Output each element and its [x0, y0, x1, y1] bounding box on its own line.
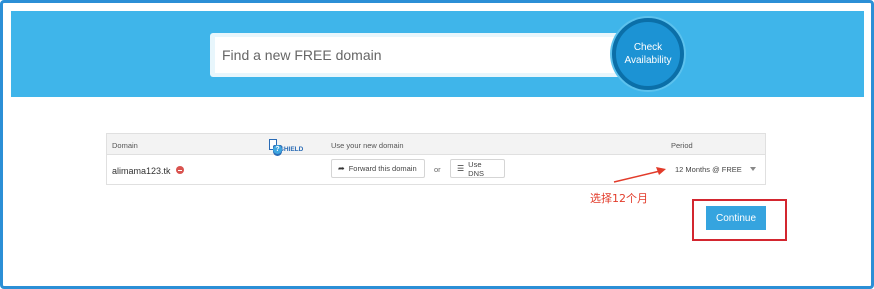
help-icon[interactable]: ?: [273, 145, 282, 154]
annotation-arrow-line: [613, 170, 661, 183]
use-dns-button[interactable]: ☰ Use DNS: [450, 159, 505, 178]
or-separator: or: [434, 165, 441, 174]
list-icon: ☰: [457, 164, 465, 173]
domain-name: alimama123.tk: [112, 166, 171, 176]
check-availability-button[interactable]: Check Availability: [612, 18, 684, 90]
check-availability-label-line1: Check: [633, 42, 663, 53]
forward-domain-button[interactable]: ➦ Forward this domain: [331, 159, 425, 178]
header-period: Period: [671, 141, 693, 150]
annotation-arrow-head: [656, 167, 666, 175]
header-domain: Domain: [112, 141, 138, 150]
continue-button[interactable]: Continue: [706, 206, 766, 230]
table-header: Domain IDSHIELD ? Use your new domain Pe…: [107, 134, 765, 156]
idshield-badge-group: IDSHIELD ?: [269, 138, 303, 156]
remove-circle-icon[interactable]: [176, 166, 184, 174]
chevron-down-icon: [750, 167, 756, 171]
share-arrow-icon: ➦: [338, 164, 345, 173]
annotation-note: 选择12个月: [590, 192, 648, 205]
use-dns-label: Use DNS: [468, 159, 485, 178]
domain-search-input[interactable]: [215, 37, 625, 73]
header-use-domain: Use your new domain: [331, 141, 404, 150]
period-selected-value: 12 Months @ FREE: [675, 165, 742, 174]
forward-domain-label: Forward this domain: [348, 164, 417, 173]
period-select[interactable]: 12 Months @ FREE: [670, 159, 762, 180]
check-availability-label-line2: Availability: [624, 55, 672, 66]
annotation-arrow: [613, 167, 666, 183]
